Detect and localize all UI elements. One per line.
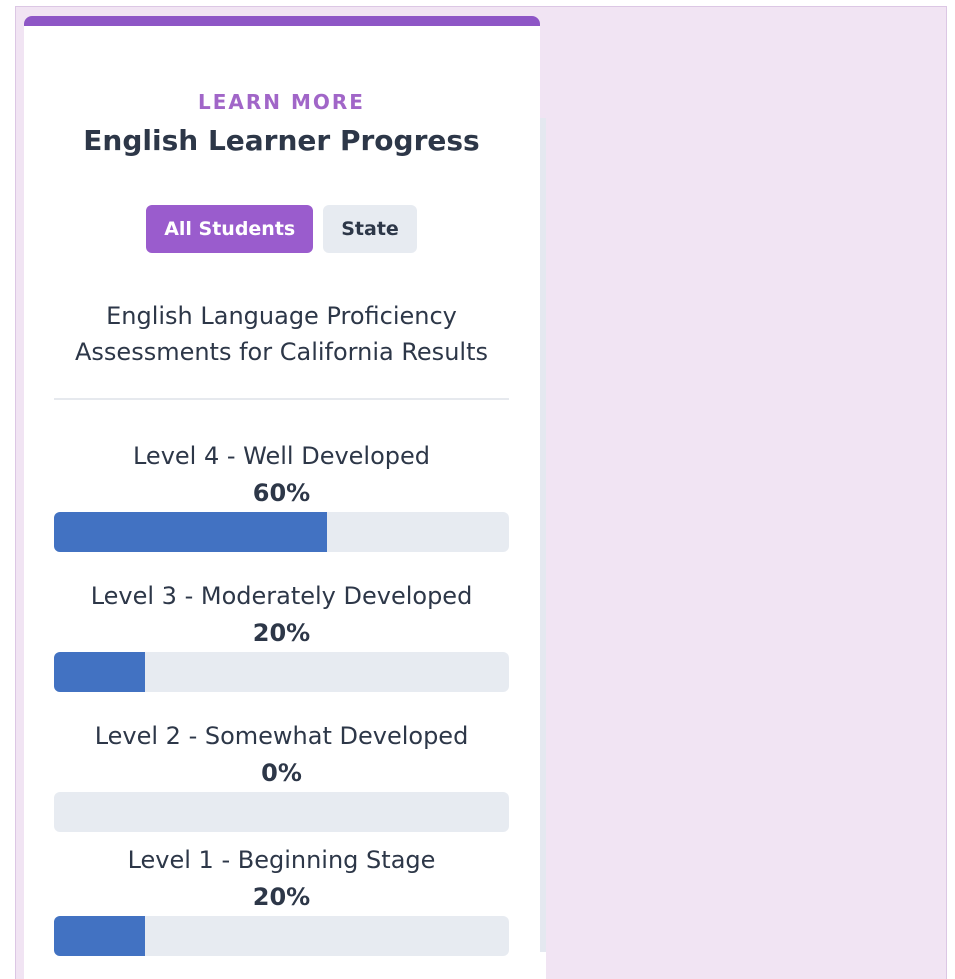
card-title: English Learner Progress — [83, 124, 480, 157]
level-1-progress-bar — [54, 916, 509, 956]
student-group-tabs: All Students State — [54, 205, 509, 253]
subtitle-line-1: English Language Proficiency — [106, 302, 457, 330]
level-3-progress-bar — [54, 652, 509, 692]
level-3-label: Level 3 - Moderately Developed — [90, 582, 473, 610]
level-4-label: Level 4 - Well Developed — [132, 442, 431, 470]
level-3-progress-fill — [54, 652, 145, 692]
section-divider — [54, 398, 509, 400]
tab-state[interactable]: State — [323, 205, 417, 253]
subtitle-line-2: Assessments for California Results — [75, 338, 488, 366]
tab-all-students[interactable]: All Students — [146, 205, 314, 253]
level-1-percent: 20% — [252, 883, 311, 911]
level-1-row: Level 1 - Beginning Stage 20% — [54, 842, 509, 956]
level-4-progress-bar — [54, 512, 509, 552]
scrollbar-track[interactable] — [540, 118, 546, 952]
level-2-label: Level 2 - Somewhat Developed — [94, 722, 469, 750]
learn-more-label: LEARN MORE — [198, 90, 365, 114]
level-4-row: Level 4 - Well Developed 60% — [54, 438, 509, 552]
level-2-row: Level 2 - Somewhat Developed 0% — [54, 718, 509, 832]
level-3-percent: 20% — [252, 619, 311, 647]
assessment-subtitle: English Language Proficiency Assessments… — [54, 298, 509, 370]
english-learner-progress-card: LEARN MORE English Learner Progress All … — [24, 16, 540, 979]
level-2-progress-bar — [54, 792, 509, 832]
level-2-percent: 0% — [261, 759, 302, 787]
level-1-label: Level 1 - Beginning Stage — [127, 846, 436, 874]
card-accent-bar — [24, 16, 540, 26]
level-1-progress-fill — [54, 916, 145, 956]
level-4-progress-fill — [54, 512, 327, 552]
level-3-row: Level 3 - Moderately Developed 20% — [54, 578, 509, 692]
level-4-percent: 60% — [252, 479, 311, 507]
